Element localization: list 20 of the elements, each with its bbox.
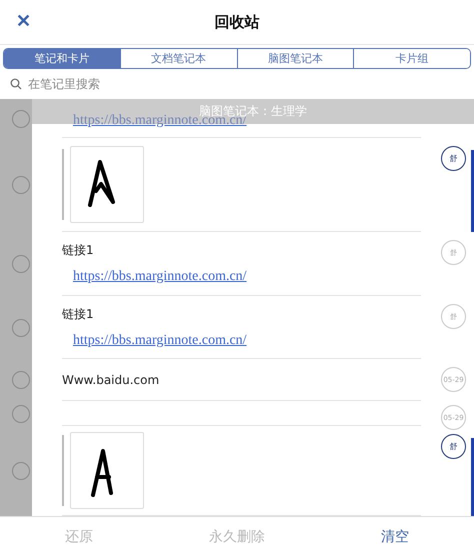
close-button[interactable]: ✕ xyxy=(12,10,35,32)
search-icon xyxy=(10,78,22,90)
tab[interactable]: 卡片组 xyxy=(353,49,470,68)
note-text: Www.baidu.com xyxy=(62,372,160,386)
tab[interactable]: 笔记和卡片 xyxy=(4,49,120,68)
select-circle[interactable] xyxy=(12,255,30,273)
note-badge: 舒 xyxy=(441,146,466,171)
note-title: 链接1 xyxy=(62,242,95,259)
search-field[interactable]: 在笔记里搜索 xyxy=(26,76,464,92)
select-circle[interactable] xyxy=(12,404,30,422)
select-circle[interactable] xyxy=(12,371,30,389)
window-title: 回收站 xyxy=(214,12,260,32)
select-circle[interactable] xyxy=(12,318,30,336)
select-circle[interactable] xyxy=(12,176,30,194)
select-circle[interactable] xyxy=(12,462,30,480)
note-title: 链接1 xyxy=(62,306,95,322)
note-link[interactable]: https://bbs.marginnote.com.cn/ xyxy=(73,269,421,285)
note-link[interactable]: https://bbs.marginnote.com.cn/ xyxy=(73,332,421,348)
select-circle[interactable] xyxy=(12,110,30,128)
note-badge: 舒 xyxy=(441,434,466,459)
